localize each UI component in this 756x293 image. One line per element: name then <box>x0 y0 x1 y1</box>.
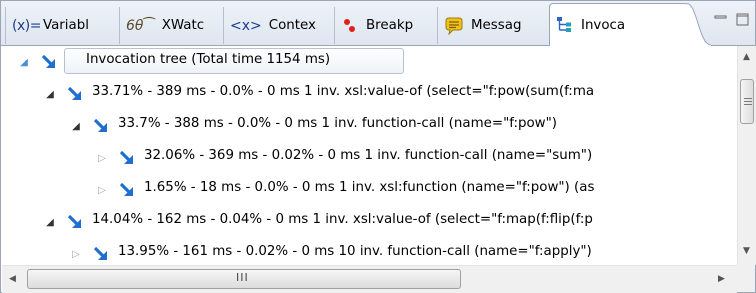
vertical-scroll-thumb[interactable] <box>740 79 754 124</box>
invocation-tree[interactable]: ◢ Invocation tree (Total time 1154 ms) ◢… <box>2 46 736 265</box>
tree-root-label: Invocation tree (Total time 1154 ms) <box>86 52 331 67</box>
horizontal-scroll-thumb[interactable]: III <box>27 269 461 289</box>
scroll-right-arrow-icon[interactable]: ▶ <box>718 274 725 284</box>
collapse-toggle-icon[interactable]: ◢ <box>70 120 82 132</box>
tree-row-label: 13.95% - 161 ms - 0.02% - 0 ms 10 inv. f… <box>118 244 592 259</box>
invocation-node-icon <box>41 54 55 68</box>
scroll-left-arrow-icon[interactable]: ◀ <box>9 274 16 284</box>
scrollbar-corner <box>737 265 755 292</box>
scroll-down-arrow-icon[interactable]: ▼ <box>743 246 750 256</box>
minimize-icon[interactable] <box>714 13 728 23</box>
invocation-node-icon <box>67 86 81 100</box>
tab-label: Invoca <box>581 17 626 33</box>
tab-variables[interactable]: (x)= Variabl <box>5 7 117 44</box>
maximize-icon[interactable] <box>736 13 750 27</box>
grip-line <box>744 104 752 105</box>
context-icon: <x> <box>230 17 262 34</box>
breakpoints-icon <box>344 18 355 32</box>
collapse-toggle-icon[interactable]: ◢ <box>44 88 56 100</box>
tab-messages[interactable]: Messag <box>437 7 547 44</box>
tab-xwatch[interactable]: 6θ⁀ XWatc <box>119 7 219 44</box>
collapse-toggle-icon[interactable]: ◢ <box>44 216 56 228</box>
invocation-node-icon <box>67 214 81 228</box>
tree-row-label: 32.06% - 369 ms - 0.02% - 0 ms 1 inv. fu… <box>144 148 593 163</box>
collapse-toggle-icon[interactable]: ◢ <box>18 56 30 68</box>
tree-row-label: 14.04% - 162 ms - 0.04% - 0 ms 1 inv. xs… <box>92 212 593 227</box>
tab-breakpoints[interactable]: Breakp <box>334 7 434 44</box>
tree-row-label: 33.71% - 389 ms - 0.0% - 0 ms 1 inv. xsl… <box>92 84 595 99</box>
tree-row[interactable]: ▷ 32.06% - 369 ms - 0.02% - 0 ms 1 inv. … <box>2 142 736 174</box>
tree-row[interactable]: ▷ 1.65% - 18 ms - 0.0% - 0 ms 1 inv. xsl… <box>2 174 736 206</box>
invocation-node-icon <box>119 182 133 196</box>
invocation-view: (x)= Variabl 6θ⁀ XWatc <x> Contex Breakp <box>0 0 756 293</box>
scroll-grip: III <box>236 271 249 284</box>
vertical-scrollbar[interactable]: ▲ ▼ <box>737 46 756 265</box>
expand-toggle-icon[interactable]: ▷ <box>70 248 82 260</box>
tab-curve <box>687 3 711 46</box>
horizontal-scrollbar[interactable]: ◀ III ▶ <box>2 265 737 293</box>
expand-toggle-icon[interactable]: ▷ <box>96 184 108 196</box>
tab-label: Variabl <box>42 18 89 33</box>
invocation-node-icon <box>93 118 107 132</box>
tree-row-label: 1.65% - 18 ms - 0.0% - 0 ms 1 inv. xsl:f… <box>144 180 595 195</box>
tab-invocation[interactable]: Invoca <box>549 3 689 46</box>
xwatch-icon: 6θ⁀ <box>126 17 155 34</box>
tree-row-label: 33.7% - 388 ms - 0.0% - 0 ms 1 inv. func… <box>118 116 558 131</box>
tab-label: Contex <box>268 18 316 33</box>
grip-line <box>744 98 752 99</box>
tree-row[interactable]: ◢ 33.7% - 388 ms - 0.0% - 0 ms 1 inv. fu… <box>2 110 736 142</box>
tab-context[interactable]: <x> Contex <box>223 7 323 44</box>
tree-row[interactable]: ◢ 33.71% - 389 ms - 0.0% - 0 ms 1 inv. x… <box>2 78 736 110</box>
tree-root-row[interactable]: ◢ Invocation tree (Total time 1154 ms) <box>2 46 736 78</box>
tab-label: XWatc <box>161 18 205 33</box>
variables-icon: (x)= <box>12 17 41 34</box>
invocation-icon <box>557 17 571 32</box>
messages-icon <box>445 17 463 35</box>
tree-row[interactable]: ▷ 13.95% - 161 ms - 0.02% - 0 ms 10 inv.… <box>2 238 736 265</box>
tree-row[interactable]: ◢ 14.04% - 162 ms - 0.04% - 0 ms 1 inv. … <box>2 206 736 238</box>
expand-toggle-icon[interactable]: ▷ <box>96 152 108 164</box>
grip-line <box>744 101 752 102</box>
invocation-node-icon <box>93 246 107 260</box>
tab-label: Messag <box>471 18 522 33</box>
tab-label: Breakp <box>366 18 414 33</box>
scroll-up-arrow-icon[interactable]: ▲ <box>743 52 750 62</box>
invocation-node-icon <box>119 150 133 164</box>
tab-strip: (x)= Variabl 6θ⁀ XWatc <x> Contex Breakp <box>1 1 755 46</box>
